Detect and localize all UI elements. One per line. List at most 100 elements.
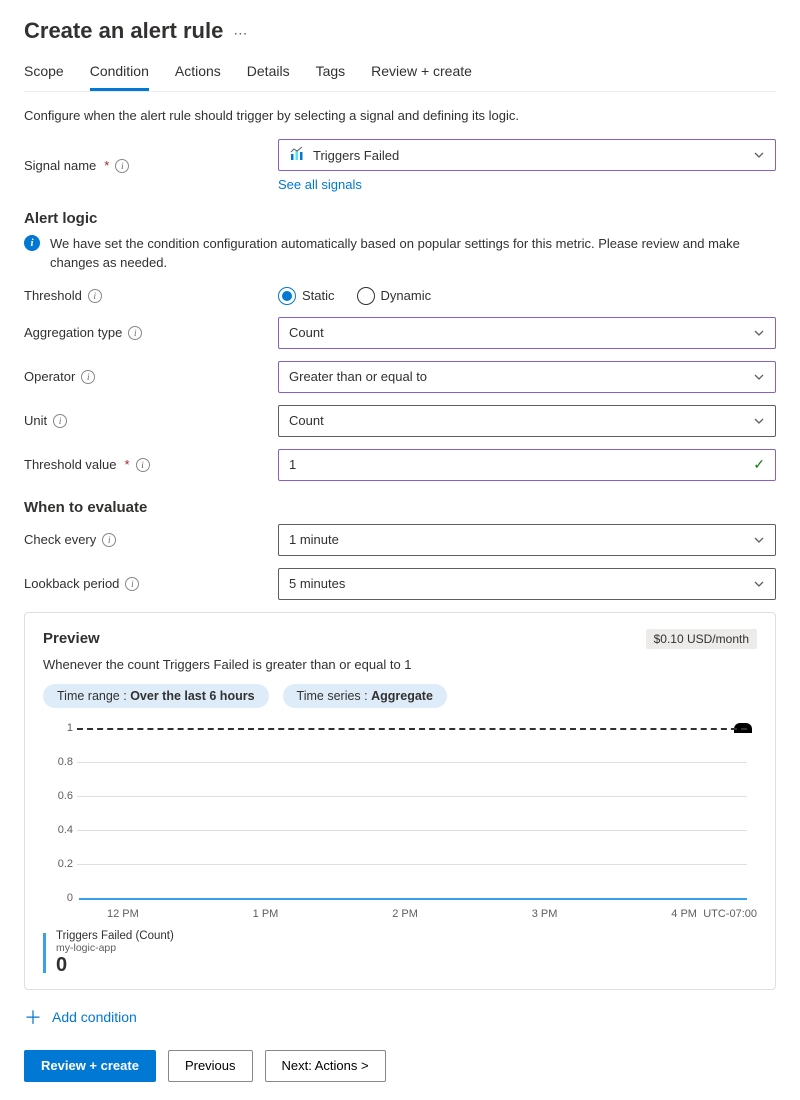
check-every-value: 1 minute [289,532,339,547]
next-actions-button[interactable]: Next: Actions > [265,1050,386,1082]
unit-value: Count [289,413,324,428]
unit-select[interactable]: Count [278,405,776,437]
info-icon[interactable]: i [88,289,102,303]
y-tick: 0.2 [43,858,73,870]
add-condition-button[interactable]: ＋ Add condition [24,1004,776,1030]
see-all-signals-link[interactable]: See all signals [278,177,362,192]
radio-label: Static [302,288,335,303]
threshold-row: Threshold i Static Dynamic [24,287,776,305]
signal-name-select[interactable]: Triggers Failed [278,139,776,171]
info-banner: i We have set the condition configuratio… [24,235,776,273]
lookback-value: 5 minutes [289,576,345,591]
legend-color-bar [43,933,46,973]
lookback-label: Lookback period [24,576,119,591]
chevron-down-icon [753,327,765,339]
y-tick: 0.4 [43,824,73,836]
chevron-down-icon [753,415,765,427]
aggregation-select[interactable]: Count [278,317,776,349]
preview-summary: Whenever the count Triggers Failed is gr… [43,657,757,672]
more-icon[interactable]: ⋯ [233,25,248,42]
chevron-down-icon [753,149,765,161]
add-condition-label: Add condition [52,1009,137,1025]
info-banner-text: We have set the condition configuration … [50,235,776,273]
y-tick: 0 [43,892,73,904]
chevron-down-icon [753,371,765,383]
lookback-select[interactable]: 5 minutes [278,568,776,600]
check-every-select[interactable]: 1 minute [278,524,776,556]
chart-legend: Triggers Failed (Count) my-logic-app 0 [43,930,757,977]
threshold-radio-static[interactable]: Static [278,287,335,305]
page-description: Configure when the alert rule should tri… [24,108,776,123]
metrics-icon [289,146,305,165]
tab-actions[interactable]: Actions [175,54,221,91]
alert-logic-heading: Alert logic [24,210,776,227]
y-tick: 1 [43,722,73,734]
timezone-label: UTC-07:00 [703,908,757,920]
x-tick: 2 PM [392,908,418,920]
threshold-value-row: Threshold value * i 1 ✓ [24,449,776,481]
threshold-value: 1 [289,457,296,472]
signal-name-label: Signal name [24,158,96,173]
info-icon[interactable]: i [81,370,95,384]
legend-series: Triggers Failed (Count) [56,930,174,942]
check-every-label: Check every [24,532,96,547]
legend-resource: my-logic-app [56,942,174,954]
pill-value: Over the last 6 hours [130,689,254,703]
chart-data-line [79,898,747,900]
pill-label: Time series : [297,689,372,703]
x-tick: 3 PM [532,908,558,920]
chevron-down-icon [753,534,765,546]
info-icon[interactable]: i [53,414,67,428]
tab-scope[interactable]: Scope [24,54,64,91]
time-series-pill[interactable]: Time series : Aggregate [283,684,447,708]
tab-tags[interactable]: Tags [316,54,346,91]
time-range-pill[interactable]: Time range : Over the last 6 hours [43,684,269,708]
pill-value: Aggregate [371,689,433,703]
radio-label: Dynamic [381,288,432,303]
info-banner-icon: i [24,235,40,251]
operator-label: Operator [24,369,75,384]
threshold-radio-dynamic[interactable]: Dynamic [357,287,432,305]
operator-select[interactable]: Greater than or equal to [278,361,776,393]
tab-review-create[interactable]: Review + create [371,54,472,91]
aggregation-value: Count [289,325,324,340]
info-icon[interactable]: i [115,159,129,173]
aggregation-label: Aggregation type [24,325,122,340]
pill-label: Time range : [57,689,130,703]
price-badge: $0.10 USD/month [646,629,757,649]
review-create-button[interactable]: Review + create [24,1050,156,1082]
info-icon[interactable]: i [128,326,142,340]
tab-condition[interactable]: Condition [90,54,149,91]
when-evaluate-heading: When to evaluate [24,499,776,516]
operator-row: Operator i Greater than or equal to [24,361,776,393]
threshold-label: Threshold [24,288,82,303]
valid-check-icon: ✓ [753,456,765,473]
preview-chart: 1 0.8 0.6 0.4 0.2 0 12 PM 1 PM 2 PM 3 PM… [43,716,757,926]
plus-icon: ＋ [24,1004,42,1030]
x-tick: 1 PM [253,908,279,920]
check-every-row: Check every i 1 minute [24,524,776,556]
aggregation-row: Aggregation type i Count [24,317,776,349]
unit-label: Unit [24,413,47,428]
chevron-down-icon [753,578,765,590]
tabs-bar: Scope Condition Actions Details Tags Rev… [24,54,776,92]
signal-name-row: Signal name * i Triggers Failed See all … [24,139,776,192]
required-asterisk: * [125,457,130,472]
preview-card: Preview $0.10 USD/month Whenever the cou… [24,612,776,990]
info-icon[interactable]: i [102,533,116,547]
required-asterisk: * [104,158,109,173]
info-icon[interactable]: i [125,577,139,591]
threshold-value-input[interactable]: 1 ✓ [278,449,776,481]
info-icon[interactable]: i [136,458,150,472]
x-axis: 12 PM 1 PM 2 PM 3 PM 4 PM [77,908,747,920]
unit-row: Unit i Count [24,405,776,437]
x-tick: 12 PM [107,908,139,920]
tab-details[interactable]: Details [247,54,290,91]
x-tick: 4 PM [671,908,697,920]
page-title: Create an alert rule [24,18,223,44]
footer-actions: Review + create Previous Next: Actions > [24,1050,776,1082]
lookback-row: Lookback period i 5 minutes [24,568,776,600]
operator-value: Greater than or equal to [289,369,427,384]
legend-value: 0 [56,954,174,977]
previous-button[interactable]: Previous [168,1050,253,1082]
